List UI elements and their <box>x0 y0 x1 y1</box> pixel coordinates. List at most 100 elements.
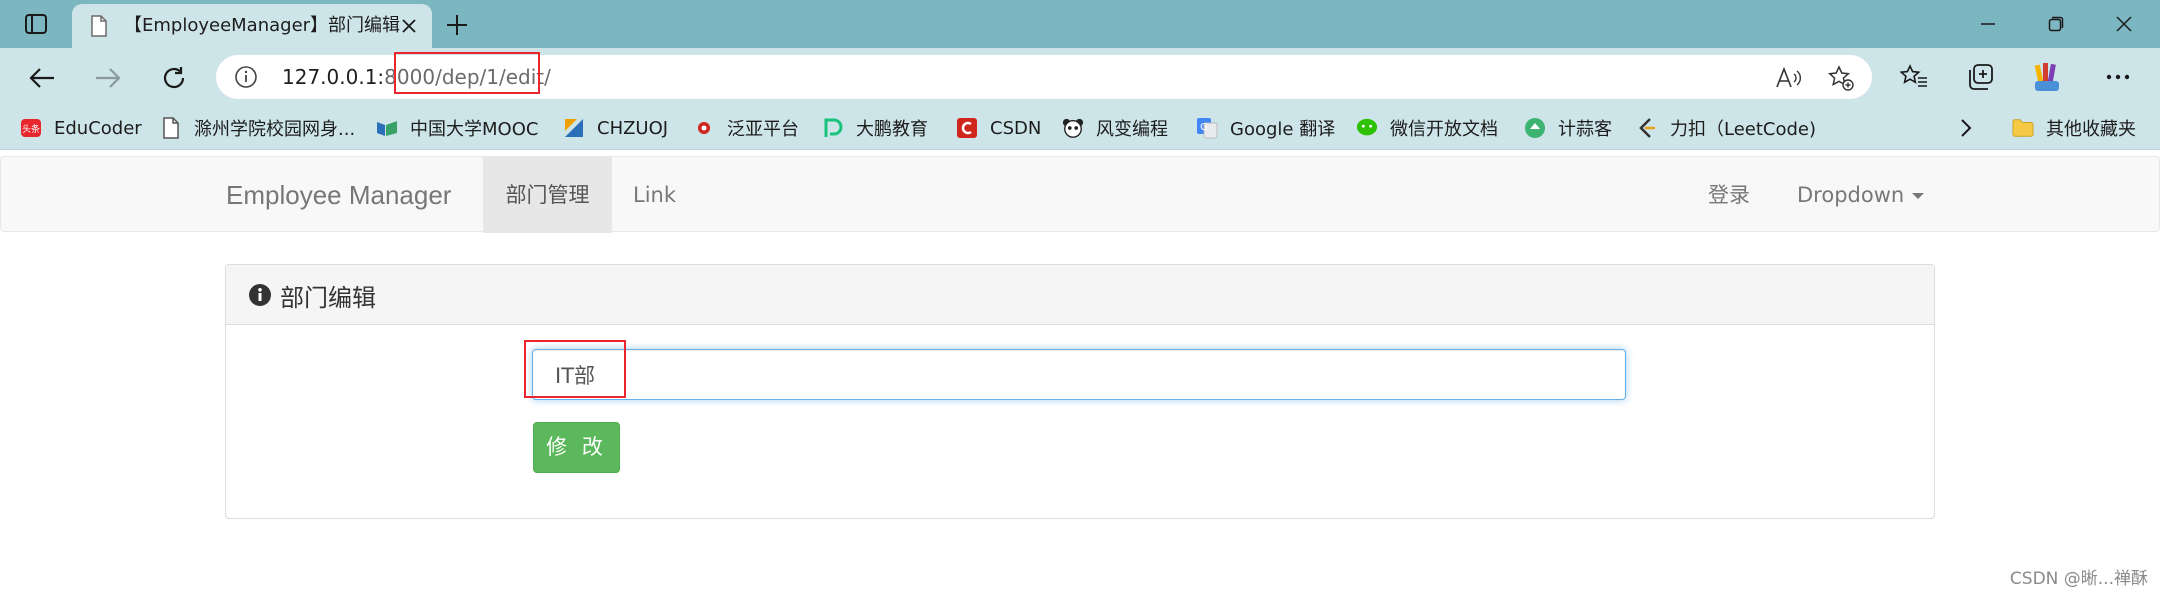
fanya-icon <box>693 117 715 139</box>
panda-icon <box>1062 117 1084 139</box>
arrow-left-icon <box>29 68 54 88</box>
close-icon <box>402 19 416 33</box>
bookmark-leetcode[interactable]: 力扣（LeetCode) <box>1636 106 1816 150</box>
bookmark-chzuoj[interactable]: CHZUOJ <box>563 106 668 150</box>
bookmark-label: 大鹏教育 <box>856 119 928 140</box>
department-name-input[interactable] <box>532 349 1626 400</box>
favorites-icon <box>1900 64 1927 87</box>
read-aloud-button[interactable] <box>1776 65 1802 91</box>
page-icon <box>91 15 107 37</box>
bookmark-label: 滁州学院校园网身... <box>194 119 356 140</box>
bookmark-label: EduCoder <box>54 117 142 139</box>
collections-button[interactable] <box>1963 60 1997 94</box>
mooc-icon <box>376 117 398 139</box>
toutiao-icon: 头条 <box>20 117 42 139</box>
minimize-button[interactable] <box>1970 10 2006 38</box>
address-bar[interactable]: 127.0.0.1:8000/dep/1/edit/ <box>216 55 1872 99</box>
bookmarks-bar: 头条 EduCoder 滁州学院校园网身... 中国大学MOOC CHZUOJ … <box>0 106 2160 150</box>
browser-tab-active[interactable]: 【EmployeeManager】部门编辑 <box>72 4 432 48</box>
info-sign-icon <box>249 284 271 306</box>
nav-item-link[interactable]: Link <box>633 157 676 233</box>
more-menu-button[interactable] <box>2101 60 2135 94</box>
bookmark-csdn[interactable]: CSDN <box>956 106 1041 150</box>
star-add-icon <box>1828 65 1854 91</box>
bookmark-label: 中国大学MOOC <box>410 119 539 140</box>
back-button[interactable] <box>22 58 62 98</box>
url-port: 8000 <box>384 65 436 89</box>
pencils-extension-icon <box>2034 63 2059 91</box>
bookmark-fengbian[interactable]: 风变编程 <box>1062 106 1168 150</box>
panel-title: 部门编辑 <box>248 265 376 325</box>
nav-item-department-management[interactable]: 部门管理 <box>483 157 612 233</box>
bookmark-label: 风变编程 <box>1096 119 1168 140</box>
svg-text:G: G <box>1200 122 1208 133</box>
chzuoj-icon <box>563 117 585 139</box>
url-host: 127.0.0.1: <box>282 65 385 89</box>
bookmark-mooc[interactable]: 中国大学MOOC <box>376 106 538 150</box>
tab-strip: 【EmployeeManager】部门编辑 <box>0 0 2160 48</box>
collections-icon <box>1969 64 1993 90</box>
dapeng-icon <box>822 117 844 139</box>
nav-login-link[interactable]: 登录 <box>1708 157 1750 233</box>
add-favorite-button[interactable] <box>1828 65 1854 91</box>
csdn-watermark: CSDN @晰...禅酥 <box>2009 569 2148 589</box>
bookmark-dapeng[interactable]: 大鹏教育 <box>822 106 928 150</box>
minimize-icon <box>1981 23 1995 25</box>
url-path: /dep/1/edit/ <box>435 65 551 89</box>
browser-toolbar: 127.0.0.1:8000/dep/1/edit/ <box>0 48 2160 106</box>
jisuanke-icon <box>1524 117 1546 139</box>
bookmark-label: 泛亚平台 <box>727 119 799 140</box>
bookmark-google-translate[interactable]: G Google 翻译 <box>1196 106 1335 150</box>
dropdown-label: Dropdown <box>1797 183 1905 207</box>
bookmark-label: 微信开放文档 <box>1390 119 1498 140</box>
new-tab-button[interactable] <box>442 10 472 40</box>
more-icon <box>2106 74 2130 80</box>
bookmark-label: CSDN <box>990 117 1042 139</box>
info-icon[interactable] <box>234 65 258 89</box>
reload-icon <box>163 67 185 89</box>
bookmarks-overflow-button[interactable] <box>1960 106 1972 150</box>
bookmark-educoder[interactable]: 头条 EduCoder <box>20 106 142 150</box>
bookmark-chzu-network[interactable]: 滁州学院校园网身... <box>160 106 355 150</box>
page-icon <box>160 117 182 139</box>
restore-icon <box>2048 16 2064 32</box>
nav-dropdown-toggle[interactable]: Dropdown <box>1797 157 1925 233</box>
plus-icon <box>447 15 467 35</box>
modify-button[interactable]: 修 改 <box>533 422 620 473</box>
restore-button[interactable] <box>2038 10 2074 38</box>
bookmark-label: CHZUOJ <box>597 117 669 139</box>
other-favorites-folder[interactable]: 其他收藏夹 <box>2012 106 2136 150</box>
bookmark-wechat-docs[interactable]: 微信开放文档 <box>1356 106 1498 150</box>
tab-actions-icon <box>25 14 47 34</box>
tab-actions-button[interactable] <box>20 10 52 38</box>
url-text: 127.0.0.1:8000/dep/1/edit/ <box>282 55 551 99</box>
forward-button[interactable] <box>88 58 128 98</box>
svg-text:头条: 头条 <box>22 123 40 135</box>
bookmark-jisuanke[interactable]: 计蒜客 <box>1524 106 1612 150</box>
wechat-icon <box>1356 117 1378 139</box>
csdn-icon <box>956 117 978 139</box>
bookmark-fanya[interactable]: 泛亚平台 <box>693 106 799 150</box>
bookmark-label: Google 翻译 <box>1230 119 1336 140</box>
edit-panel: 部门编辑 部门名称 修 改 <box>225 264 1935 519</box>
extension-button[interactable] <box>2031 60 2065 94</box>
tab-title: 【EmployeeManager】部门编辑 <box>124 15 401 36</box>
arrow-right-icon <box>96 68 121 88</box>
favorites-button[interactable] <box>1897 60 1931 94</box>
leetcode-icon <box>1636 117 1658 139</box>
close-icon <box>2116 16 2132 32</box>
bookmark-label: 力扣（LeetCode) <box>1670 119 1817 140</box>
caret-down-icon <box>1912 193 1925 199</box>
close-tab-button[interactable] <box>398 15 420 37</box>
site-navbar: Employee Manager 部门管理 Link 登录 Dropdown <box>0 156 2160 233</box>
bookmark-label: 计蒜客 <box>1558 119 1612 140</box>
folder-icon <box>2012 117 2034 139</box>
reload-button[interactable] <box>154 58 194 98</box>
close-window-button[interactable] <box>2106 10 2142 38</box>
chevron-right-icon <box>1961 119 1972 137</box>
folder-label: 其他收藏夹 <box>2046 119 2136 140</box>
read-aloud-icon <box>1776 67 1801 88</box>
navbar-brand[interactable]: Employee Manager <box>226 157 451 233</box>
panel-heading: 部门编辑 <box>226 265 1934 325</box>
google-translate-icon: G <box>1196 117 1218 139</box>
